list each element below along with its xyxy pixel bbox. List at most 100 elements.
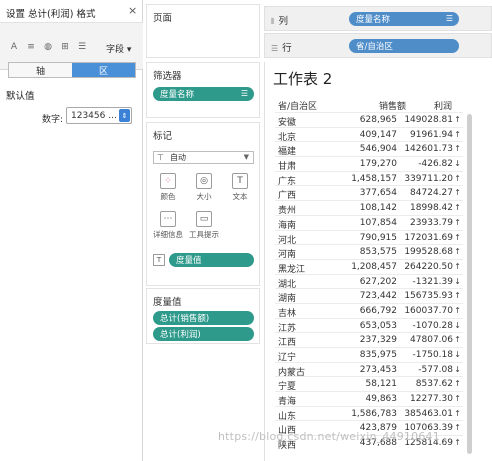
filters-card[interactable]: 筛选器 度量名称 ☰ (146, 62, 260, 118)
text-button[interactable]: T 文本 (224, 171, 256, 203)
field-menu[interactable]: 字段 ▾ (106, 42, 131, 55)
table-row[interactable]: 山东 1,586,783 385463.01 ↑ (275, 405, 463, 422)
table-row[interactable]: 辽宁 835,975 -1750.18 ↓ (275, 347, 463, 363)
size-button[interactable]: ◎ 大小 (188, 171, 220, 203)
mark-type-select[interactable]: ⊤ 自动 ▼ (153, 151, 254, 164)
arrow-up-icon: ↑ (454, 217, 461, 227)
cell-sales: 653,053 (359, 320, 397, 331)
chevron-down-icon[interactable]: ▼ (244, 153, 249, 161)
cell-sales: 723,442 (359, 291, 397, 302)
rows-pill-province[interactable]: 省/自治区 (349, 39, 459, 53)
pages-card[interactable]: 页面 (146, 4, 260, 58)
borders-icon[interactable]: ⊞ (59, 41, 71, 53)
marks-pill-measure-values[interactable]: 度量值 (169, 253, 254, 267)
marks-pill-label: 度量值 (176, 256, 202, 266)
table-row[interactable]: 福建 546,904 142601.73 ↑ (275, 141, 463, 157)
measure-pill-sales[interactable]: 总计(销售额) (153, 311, 254, 325)
cell-sales: 179,270 (359, 159, 397, 170)
table-row[interactable]: 北京 409,147 91961.94 ↑ (275, 126, 463, 143)
cell-profit: -1321.39 (412, 276, 453, 287)
number-label: 数字: (42, 115, 64, 125)
table-row[interactable]: 宁夏 58,121 8537.62 ↑ (275, 376, 463, 392)
spinner-icon[interactable]: ⇕ (119, 109, 130, 122)
table-row[interactable]: 青海 49,863 12277.30 ↑ (275, 391, 463, 407)
color-button[interactable]: ⁘ 颜色 (152, 171, 184, 203)
tab-axis[interactable]: 轴 (9, 63, 72, 77)
table-row[interactable]: 山西 423,879 107063.39 ↑ (275, 420, 463, 436)
cell-profit: 47807.06 (410, 335, 453, 346)
measure-pill-profit[interactable]: 总计(利润) (153, 327, 254, 341)
header-sales[interactable]: 销售额 (379, 99, 406, 112)
cell-profit: 84724.27 (410, 188, 453, 199)
cell-profit: 12277.30 (410, 394, 453, 405)
font-icon[interactable]: A (8, 41, 20, 53)
filter-pill-measure-names[interactable]: 度量名称 ☰ (153, 87, 254, 101)
detail-button[interactable]: ⋯ 详细信息 (152, 209, 184, 241)
rows-icon: ☰ (271, 44, 279, 53)
table-row[interactable]: 陕西 437,688 125814.69 ↑ (275, 435, 463, 452)
cell-sales: 666,792 (359, 305, 397, 316)
arrow-up-icon: ↑ (454, 232, 461, 242)
table-row[interactable]: 湖南 723,442 156735.93 ↑ (275, 288, 463, 304)
cell-sales: 627,202 (359, 276, 397, 287)
arrow-up-icon: ↑ (454, 408, 461, 418)
rows-shelf[interactable]: ☰ 行 省/自治区 (264, 33, 492, 58)
table-row[interactable]: 河南 853,575 199528.68 ↑ (275, 244, 463, 260)
text-mark-icon: T (153, 254, 165, 266)
cell-profit: 385463.01 (404, 408, 453, 419)
arrow-up-icon: ↑ (454, 129, 461, 139)
cell-sales: 107,854 (359, 217, 397, 228)
close-icon[interactable]: × (128, 4, 137, 17)
cell-sales: 546,904 (359, 144, 397, 155)
table-row[interactable]: 贵州 108,142 18998.42 ↑ (275, 200, 463, 216)
cell-profit: 8537.62 (415, 379, 453, 390)
detail-label: 详细信息 (153, 229, 183, 239)
alignment-icon[interactable]: ≡ (25, 41, 37, 53)
worksheet-title[interactable]: 工作表 2 (273, 68, 332, 89)
table-row[interactable]: 江西 237,329 47807.06 ↑ (275, 332, 463, 348)
marks-title: 标记 (153, 131, 173, 142)
table-row[interactable]: 吉林 666,792 160037.70 ↑ (275, 302, 463, 319)
filters-title: 筛选器 (153, 71, 182, 82)
table-row[interactable]: 甘肃 179,270 -426.82 ↓ (275, 156, 463, 172)
table-row[interactable]: 湖北 627,202 -1321.39 ↓ (275, 273, 463, 290)
table-row[interactable]: 江苏 653,053 -1070.28 ↓ (275, 317, 463, 334)
pill-menu-icon[interactable]: ☰ (241, 89, 248, 98)
cell-province: 陕西 (278, 441, 297, 452)
tab-pane[interactable]: 区 (72, 63, 135, 77)
table-row[interactable]: 内蒙古 273,453 -577.08 ↓ (275, 361, 463, 378)
table-row[interactable]: 广西 377,654 84724.27 ↑ (275, 185, 463, 201)
table-row[interactable]: 海南 107,854 23933.79 ↑ (275, 214, 463, 231)
table-row[interactable]: 河北 790,915 172031.69 ↑ (275, 229, 463, 246)
size-label: 大小 (196, 191, 212, 201)
header-province[interactable]: 省/自治区 (278, 99, 317, 112)
default-section-title: 默认值 (6, 91, 35, 102)
table-row[interactable]: 黑龙江 1,208,457 264220.50 ↑ (275, 258, 463, 275)
columns-pill-measure-names[interactable]: 度量名称 ☰ (349, 12, 459, 26)
arrow-up-icon: ↑ (454, 261, 461, 271)
cell-sales: 377,654 (359, 188, 397, 199)
measure-values-card: 度量值 总计(销售额) 总计(利润) (146, 288, 260, 344)
arrow-down-icon: ↓ (454, 320, 461, 330)
format-pane-title: 设置 总计(利润) 格式 (6, 9, 96, 20)
arrow-down-icon: ↓ (454, 364, 461, 374)
number-format-value: 123456 ... (71, 110, 117, 121)
cell-sales: 1,458,157 (351, 173, 397, 184)
pill-menu-icon[interactable]: ☰ (446, 14, 453, 23)
cell-profit: 107063.39 (404, 423, 453, 434)
cell-sales: 437,688 (359, 438, 397, 449)
table-row[interactable]: 安徽 628,965 149028.81 ↑ (275, 112, 463, 128)
header-profit[interactable]: 利润 (434, 99, 452, 112)
tooltip-button[interactable]: ▭ 工具提示 (188, 209, 220, 241)
columns-shelf[interactable]: ⦀ 列 度量名称 ☰ (264, 6, 492, 31)
table-row[interactable]: 广东 1,458,157 339711.20 ↑ (275, 170, 463, 187)
cell-profit: 125814.69 (404, 438, 453, 449)
vertical-scrollbar[interactable] (467, 114, 472, 454)
shading-icon[interactable]: ◍ (42, 41, 54, 53)
arrow-up-icon: ↑ (454, 247, 461, 257)
number-format-select[interactable]: 123456 ... ⇕ (66, 107, 132, 124)
lines-icon[interactable]: ☰ (76, 41, 88, 53)
rows-shelf-label: ☰ 行 (271, 40, 292, 54)
cell-profit: 18998.42 (410, 203, 453, 214)
mark-type-value: 自动 (170, 153, 186, 162)
